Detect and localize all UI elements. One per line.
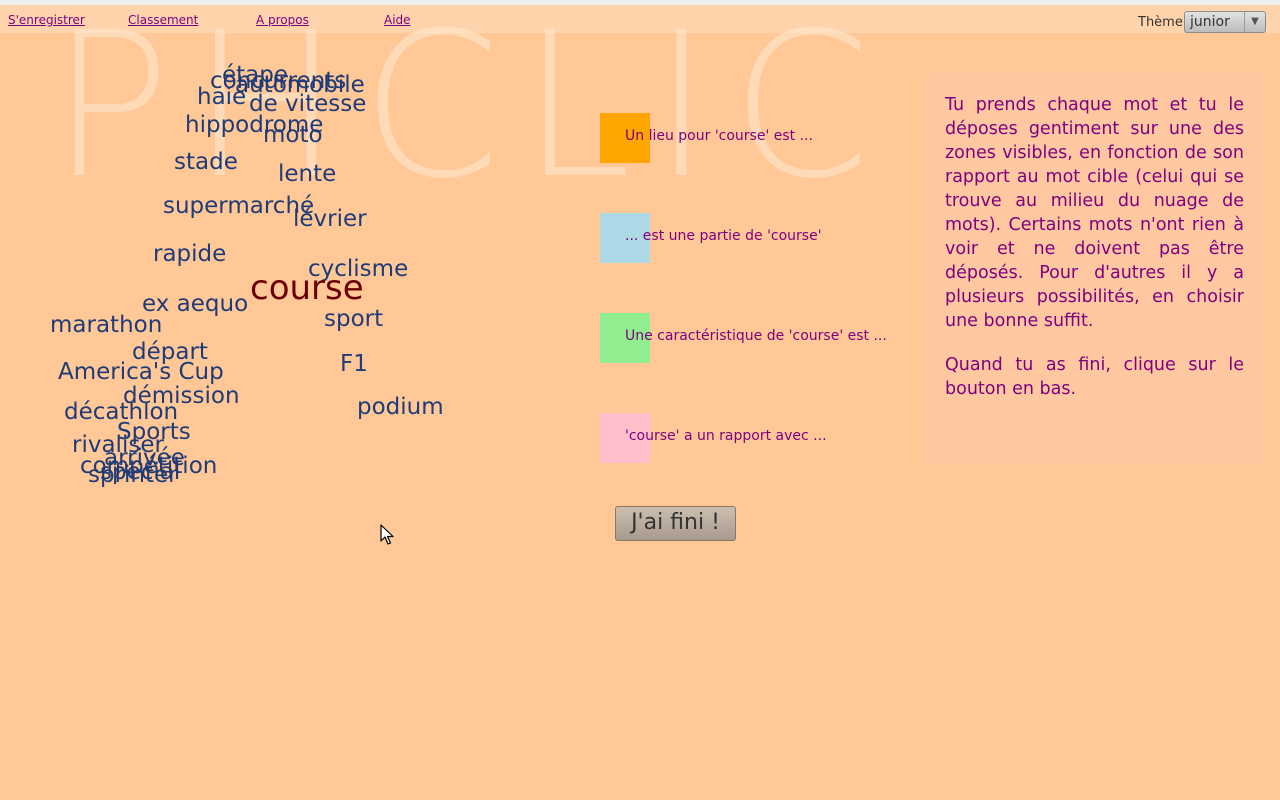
drop-zone-place-label: Un lieu pour 'course' est ...	[625, 128, 813, 144]
done-button[interactable]: J'ai fini !	[615, 506, 736, 541]
drop-zone-related-label: 'course' a un rapport avec ...	[625, 428, 827, 444]
word-rapide[interactable]: rapide	[153, 243, 226, 266]
word-haie[interactable]: haie	[197, 86, 246, 109]
drop-zone-part-label: ... est une partie de 'course'	[625, 228, 822, 244]
theme-label: Thème	[1138, 15, 1183, 30]
word-americas-cup[interactable]: America's Cup	[58, 361, 224, 384]
word-cloud: étape concurrents automobile haie de vit…	[0, 40, 560, 510]
word-supermarche[interactable]: supermarché	[163, 195, 314, 218]
theme-select[interactable]: junior ▼	[1184, 11, 1266, 33]
word-f1[interactable]: F1	[340, 353, 368, 376]
target-word: course	[250, 268, 364, 308]
word-marathon[interactable]: marathon	[50, 314, 162, 337]
word-levrier[interactable]: lévrier	[293, 208, 367, 231]
chevron-down-icon: ▼	[1244, 12, 1265, 32]
word-moto[interactable]: moto	[263, 124, 323, 147]
instructions-panel: Tu prends chaque mot et tu le déposes ge…	[925, 73, 1264, 464]
word-sport[interactable]: sport	[324, 308, 383, 331]
theme-selected-value: junior	[1190, 14, 1230, 30]
drop-zone-characteristic-label: Une caractéristique de 'course' est ...	[625, 328, 887, 344]
instructions-finish-text: Quand tu as fini, clique sur le bouton e…	[945, 355, 1244, 399]
word-lente[interactable]: lente	[278, 163, 336, 186]
word-stade[interactable]: stade	[174, 151, 238, 174]
mouse-pointer-icon	[380, 524, 394, 545]
word-podium[interactable]: podium	[357, 396, 444, 419]
word-special[interactable]: spécial	[100, 461, 180, 484]
instructions-text: Tu prends chaque mot et tu le déposes ge…	[945, 95, 1244, 331]
